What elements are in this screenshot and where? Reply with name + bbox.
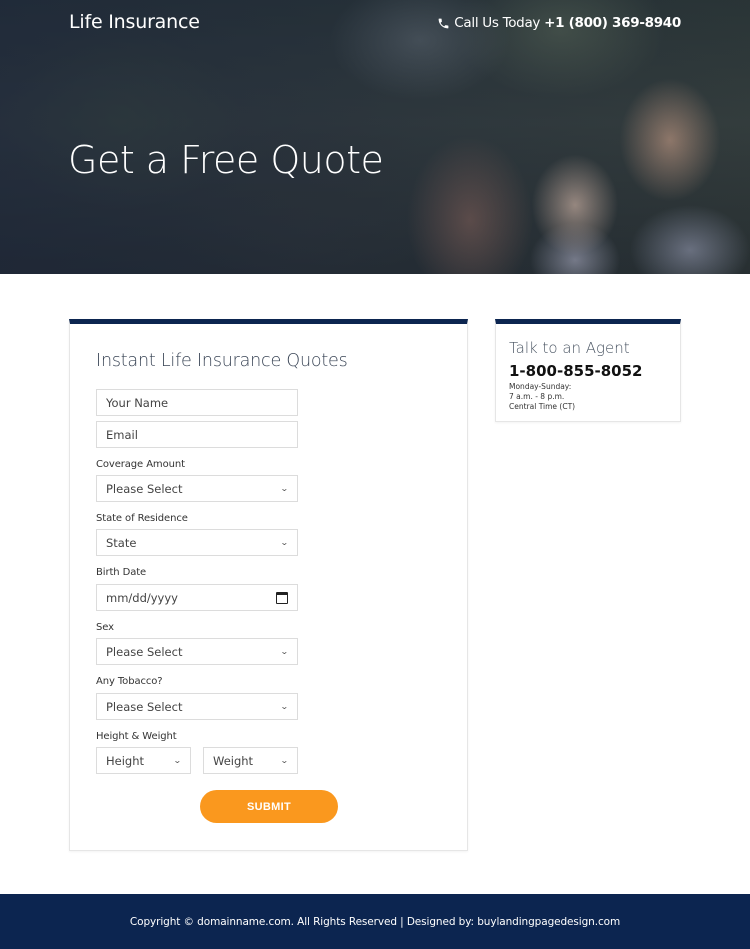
header-phone-number[interactable]: +1 (800) 369-8940	[544, 15, 681, 31]
chevron-down-icon: ⌄	[280, 647, 290, 656]
height-value: Height	[106, 753, 145, 768]
sex-value: Please Select	[106, 644, 183, 659]
birth-date-placeholder: mm/dd/yyyy	[106, 590, 178, 605]
tobacco-value: Please Select	[106, 699, 183, 714]
birth-date-input[interactable]: mm/dd/yyyy	[96, 584, 298, 611]
tobacco-select[interactable]: Please Select ⌄	[96, 693, 298, 720]
height-weight-label: Height & Weight	[96, 731, 177, 742]
brand-logo[interactable]: Life Insurance	[69, 11, 200, 33]
agent-phone-number[interactable]: 1-800-855-8052	[509, 362, 642, 380]
agent-hours-time: 7 a.m. - 8 p.m.	[509, 392, 565, 401]
calendar-icon[interactable]	[276, 591, 288, 604]
coverage-label: Coverage Amount	[96, 459, 185, 470]
main-content: Instant Life Insurance Quotes Your Name …	[0, 274, 750, 894]
chevron-down-icon: ⌄	[173, 756, 183, 765]
agent-card: Talk to an Agent 1-800-855-8052 Monday-S…	[495, 319, 681, 422]
height-select[interactable]: Height ⌄	[96, 747, 191, 774]
hero-title: Get a Free Quote	[68, 138, 384, 182]
submit-button[interactable]: SUBMIT	[200, 790, 338, 823]
weight-value: Weight	[213, 753, 254, 768]
coverage-select[interactable]: Please Select ⌄	[96, 475, 298, 502]
chevron-down-icon: ⌄	[280, 484, 290, 493]
state-label: State of Residence	[96, 513, 188, 524]
form-title: Instant Life Insurance Quotes	[96, 351, 348, 371]
sex-label: Sex	[96, 622, 114, 633]
weight-select[interactable]: Weight ⌄	[203, 747, 298, 774]
agent-hours-zone: Central Time (CT)	[509, 402, 576, 411]
name-input[interactable]: Your Name	[96, 389, 298, 416]
agent-hours-days: Monday-Sunday:	[509, 382, 572, 391]
chevron-down-icon: ⌄	[280, 756, 290, 765]
call-label: Call Us Today	[454, 15, 541, 31]
chevron-down-icon: ⌄	[280, 538, 290, 547]
phone-icon	[438, 18, 449, 28]
hero-banner: Life Insurance Call Us Today +1 (800) 36…	[0, 0, 750, 274]
quote-form-card: Instant Life Insurance Quotes Your Name …	[69, 319, 468, 851]
sex-select[interactable]: Please Select ⌄	[96, 638, 298, 665]
tobacco-label: Any Tobacco?	[96, 676, 163, 687]
coverage-value: Please Select	[106, 481, 183, 496]
email-placeholder: Email	[106, 427, 138, 442]
chevron-down-icon: ⌄	[280, 702, 290, 711]
state-value: State	[106, 535, 137, 550]
birth-date-label: Birth Date	[96, 567, 147, 578]
call-us-link[interactable]: Call Us Today +1 (800) 369-8940	[437, 15, 681, 31]
footer: Copyright © domainname.com. All Rights R…	[0, 894, 750, 949]
email-input[interactable]: Email	[96, 421, 298, 448]
footer-copyright: Copyright © domainname.com. All Rights R…	[129, 915, 621, 928]
name-placeholder: Your Name	[106, 395, 169, 410]
agent-title: Talk to an Agent	[509, 339, 630, 357]
state-select[interactable]: State ⌄	[96, 529, 298, 556]
